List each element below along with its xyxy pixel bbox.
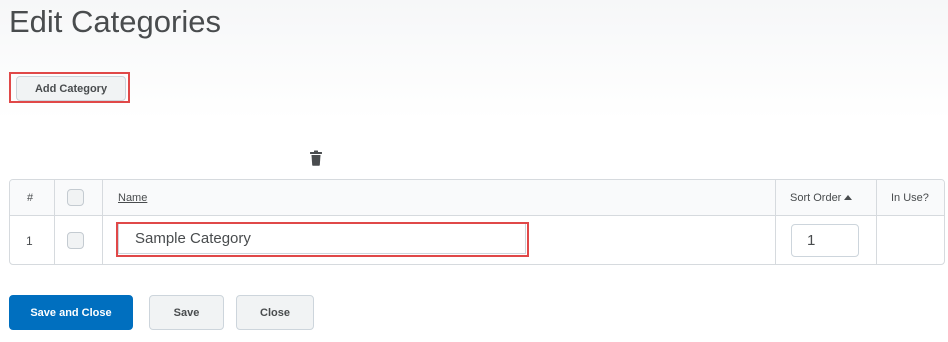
select-all-checkbox[interactable] bbox=[67, 189, 84, 206]
save-and-close-button[interactable]: Save and Close bbox=[9, 295, 133, 330]
column-header-number: # bbox=[27, 192, 34, 204]
row-select-checkbox[interactable] bbox=[67, 232, 84, 249]
column-header-name[interactable]: Name bbox=[118, 192, 147, 204]
save-button[interactable]: Save bbox=[149, 295, 224, 330]
column-header-in-use: In Use? bbox=[891, 192, 929, 204]
category-name-input[interactable] bbox=[118, 223, 526, 254]
row-number: 1 bbox=[26, 234, 33, 248]
column-divider bbox=[775, 180, 776, 264]
sort-order-input[interactable] bbox=[791, 224, 859, 257]
close-button[interactable]: Close bbox=[236, 295, 314, 330]
sort-order-label: Sort Order bbox=[790, 192, 842, 204]
column-divider bbox=[54, 180, 55, 264]
column-header-sort-order[interactable]: Sort Order bbox=[790, 192, 853, 204]
sort-ascending-icon bbox=[844, 195, 853, 200]
column-divider bbox=[876, 180, 877, 264]
categories-table: # Name Sort Order In Use? 1 bbox=[9, 179, 945, 265]
page-title: Edit Categories bbox=[9, 4, 221, 39]
column-divider bbox=[102, 180, 103, 264]
trash-icon[interactable] bbox=[309, 150, 323, 166]
add-category-button[interactable]: Add Category bbox=[16, 76, 126, 101]
